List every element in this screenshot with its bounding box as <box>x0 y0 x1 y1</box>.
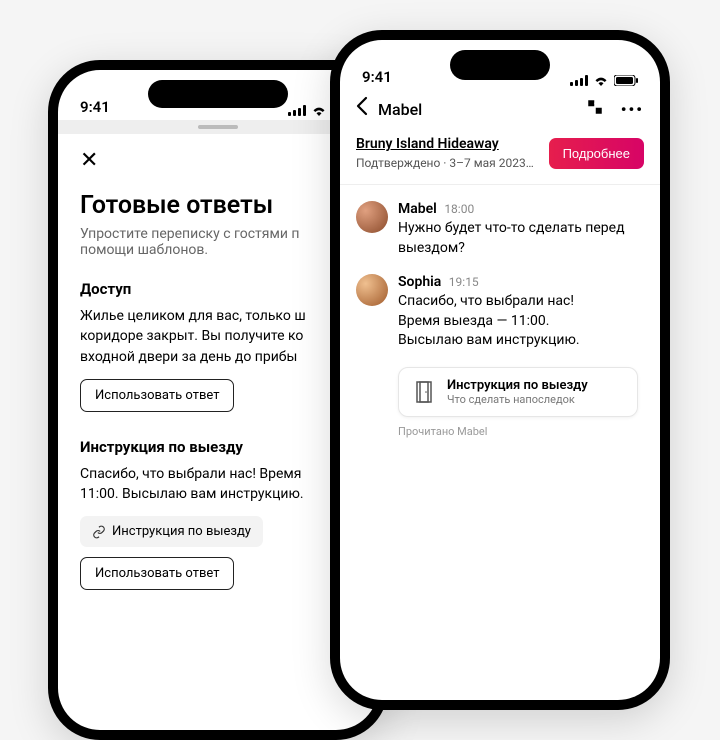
door-icon <box>411 379 437 405</box>
section-body: Спасибо, что выбрали нас! Время 11:00. В… <box>80 464 356 505</box>
chip-label: Инструкция по выезду <box>112 524 251 539</box>
section-body: Жилье целиком для вас, только ш коридоре… <box>80 306 356 367</box>
cellular-icon <box>288 105 306 116</box>
reply-section-checkout: Инструкция по выезду Спасибо, что выбрал… <box>80 438 356 591</box>
use-reply-button[interactable]: Использовать ответ <box>80 379 234 412</box>
message-guest: Mabel 18:00 Нужно будет что-то сделать п… <box>356 201 644 258</box>
message-text: Спасибо, что выбрали нас! Время выезда —… <box>398 292 580 351</box>
sheet-subtitle: Упростите переписку с гостями п помощи ш… <box>80 226 356 258</box>
message-time: 18:00 <box>444 202 474 216</box>
message-time: 19:15 <box>449 275 479 289</box>
wifi-icon <box>311 105 327 116</box>
section-title: Инструкция по выезду <box>80 438 356 456</box>
wifi-icon <box>593 75 609 86</box>
dynamic-island <box>450 50 550 80</box>
message-text: Нужно будет что-то сделать перед выездом… <box>398 219 644 258</box>
listing-title: Bruny Island Hideaway <box>356 136 539 152</box>
use-reply-button[interactable]: Использовать ответ <box>80 557 234 590</box>
notch <box>148 80 288 108</box>
status-time: 9:41 <box>80 98 110 116</box>
back-icon[interactable] <box>356 96 368 122</box>
message-sender: Sophia <box>398 274 441 290</box>
phone-chat: 9:41 Mabel ••• Bruny Island Hideaway Под… <box>330 30 670 710</box>
sheet-title: Готовые ответы <box>80 191 356 220</box>
avatar[interactable] <box>356 274 388 306</box>
attachment-chip[interactable]: Инструкция по выезду <box>80 516 263 547</box>
attachment-card[interactable]: Инструкция по выезду Что сделать напосле… <box>398 367 638 417</box>
status-time: 9:41 <box>362 68 392 86</box>
attachment-subtitle: Что сделать напоследок <box>447 393 588 406</box>
translate-icon[interactable] <box>585 98 605 120</box>
listing-subtitle: Подтверждено · 3–7 мая 2023… <box>356 156 539 170</box>
cellular-icon <box>570 75 588 86</box>
attachment-title: Инструкция по выезду <box>447 378 588 393</box>
close-icon[interactable]: ✕ <box>80 148 98 173</box>
section-title: Доступ <box>80 280 356 298</box>
read-receipt: Прочитано Mabel <box>398 425 644 438</box>
chat-navbar: Mabel ••• <box>340 90 660 136</box>
link-icon <box>92 525 106 539</box>
reply-section-access: Доступ Жилье целиком для вас, только ш к… <box>80 280 356 412</box>
more-icon[interactable]: ••• <box>621 100 644 119</box>
avatar[interactable] <box>356 201 388 233</box>
message-sender: Mabel <box>398 201 437 217</box>
status-icons <box>570 75 638 86</box>
chat-title: Mabel <box>378 100 575 119</box>
message-host: Sophia 19:15 Спасибо, что выбрали нас! В… <box>356 274 644 351</box>
details-button[interactable]: Подробнее <box>549 138 644 169</box>
listing-banner[interactable]: Bruny Island Hideaway Подтверждено · 3–7… <box>340 136 660 185</box>
battery-icon <box>614 75 638 86</box>
message-thread: Mabel 18:00 Нужно будет что-то сделать п… <box>340 185 660 454</box>
